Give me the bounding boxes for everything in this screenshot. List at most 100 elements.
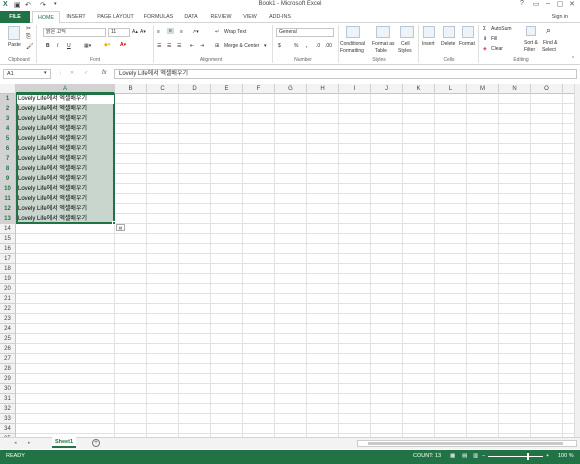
tab-formulas[interactable]: FORMULAS: [141, 11, 176, 23]
row-header-15[interactable]: 15: [0, 234, 16, 244]
cell-a10[interactable]: Lovely Life에서 엑셀배우기: [17, 184, 114, 194]
align-top-icon[interactable]: ≡: [157, 29, 160, 35]
collapse-ribbon-icon[interactable]: ⌃: [571, 56, 575, 62]
decrease-decimal-icon[interactable]: .00: [325, 43, 332, 49]
align-middle-icon[interactable]: ≡: [167, 28, 174, 34]
cell-a7[interactable]: Lovely Life에서 엑셀배우기: [17, 154, 114, 164]
format-as-table-button-line2[interactable]: Table: [375, 48, 387, 54]
cell-a6[interactable]: Lovely Life에서 엑셀배우기: [17, 144, 114, 154]
zoom-slider[interactable]: [488, 456, 543, 457]
row-header-11[interactable]: 11: [0, 194, 16, 204]
cell-a4[interactable]: Lovely Life에서 엑셀배우기: [17, 124, 114, 134]
percent-button[interactable]: %: [294, 43, 298, 49]
cut-icon[interactable]: ✂: [26, 25, 31, 32]
conditional-formatting-icon[interactable]: [346, 26, 360, 38]
column-header-n[interactable]: N: [499, 84, 531, 94]
format-as-table-icon[interactable]: [376, 26, 390, 38]
next-sheet-icon[interactable]: ▸: [28, 440, 31, 446]
row-header-7[interactable]: 7: [0, 154, 16, 164]
row-header-16[interactable]: 16: [0, 244, 16, 254]
column-header-j[interactable]: J: [371, 84, 403, 94]
cell-a1[interactable]: Lovely Life에서 엑셀배우기: [17, 94, 114, 104]
row-header-4[interactable]: 4: [0, 124, 16, 134]
row-header-6[interactable]: 6: [0, 144, 16, 154]
cell-a2[interactable]: Lovely Life에서 엑셀배우기: [17, 104, 114, 114]
clear-button[interactable]: Clear: [491, 46, 503, 52]
cell-a9[interactable]: Lovely Life에서 엑셀배우기: [17, 174, 114, 184]
tab-add-ins[interactable]: ADD-INS: [264, 11, 296, 23]
fill-button[interactable]: Fill: [491, 36, 497, 42]
row-header-10[interactable]: 10: [0, 184, 16, 194]
paste-button[interactable]: Paste: [8, 42, 21, 48]
zoom-level[interactable]: 100 %: [558, 453, 574, 459]
format-as-table-button[interactable]: Format as: [372, 41, 395, 47]
column-header-d[interactable]: D: [179, 84, 211, 94]
row-header-21[interactable]: 21: [0, 294, 16, 304]
font-size-select[interactable]: 11: [108, 28, 130, 37]
select-all-corner[interactable]: [0, 84, 16, 94]
decrease-indent-icon[interactable]: ⇤: [190, 43, 194, 49]
ribbon-display-icon[interactable]: ▭: [530, 0, 542, 8]
format-cells-icon[interactable]: [462, 26, 474, 38]
align-bottom-icon[interactable]: ≡: [180, 29, 183, 35]
zoom-in-button[interactable]: +: [546, 453, 549, 459]
align-center-icon[interactable]: ☰: [167, 43, 171, 49]
cell-a11[interactable]: Lovely Life에서 엑셀배우기: [17, 194, 114, 204]
column-header-h[interactable]: H: [307, 84, 339, 94]
row-header-26[interactable]: 26: [0, 344, 16, 354]
sort-filter-icon[interactable]: [526, 26, 536, 36]
orientation-icon[interactable]: ↗▾: [192, 29, 199, 35]
horizontal-scrollbar[interactable]: [357, 440, 577, 447]
row-header-9[interactable]: 9: [0, 174, 16, 184]
row-header-27[interactable]: 27: [0, 354, 16, 364]
clear-icon[interactable]: ◈: [483, 46, 487, 52]
row-header-8[interactable]: 8: [0, 164, 16, 174]
row-header-29[interactable]: 29: [0, 374, 16, 384]
minimize-icon[interactable]: –: [542, 0, 554, 7]
merge-dropdown-icon[interactable]: ▾: [264, 43, 267, 49]
sign-in-link[interactable]: Sign in: [552, 11, 568, 23]
row-header-32[interactable]: 32: [0, 404, 16, 414]
format-painter-icon[interactable]: 🖌: [26, 43, 34, 50]
insert-cells-icon[interactable]: [423, 26, 435, 38]
find-select-button[interactable]: Find &: [543, 40, 557, 46]
paste-icon[interactable]: [8, 26, 20, 40]
column-header-o[interactable]: O: [531, 84, 563, 94]
row-header-33[interactable]: 33: [0, 414, 16, 424]
cell-a3[interactable]: Lovely Life에서 엑셀배우기: [17, 114, 114, 124]
autosum-button[interactable]: AutoSum: [491, 26, 512, 32]
zoom-out-button[interactable]: –: [482, 453, 485, 459]
row-header-14[interactable]: 14: [0, 224, 16, 234]
row-header-12[interactable]: 12: [0, 204, 16, 214]
row-header-2[interactable]: 2: [0, 104, 16, 114]
find-select-icon[interactable]: ⌕: [546, 25, 551, 36]
help-icon[interactable]: ?: [516, 0, 528, 7]
fill-color-icon[interactable]: ◆▾: [104, 42, 110, 48]
italic-button[interactable]: I: [57, 43, 58, 49]
column-header-m[interactable]: M: [467, 84, 499, 94]
row-header-18[interactable]: 18: [0, 264, 16, 274]
tab-insert[interactable]: INSERT: [62, 11, 90, 23]
column-header-i[interactable]: I: [339, 84, 371, 94]
quick-analysis-icon[interactable]: ▤: [116, 224, 125, 231]
row-header-19[interactable]: 19: [0, 274, 16, 284]
delete-cells-icon[interactable]: [443, 26, 455, 38]
row-header-5[interactable]: 5: [0, 134, 16, 144]
wrap-text-button[interactable]: Wrap Text: [224, 29, 246, 35]
align-right-icon[interactable]: ☰: [177, 43, 181, 49]
zoom-slider-thumb[interactable]: [527, 453, 529, 460]
row-header-17[interactable]: 17: [0, 254, 16, 264]
cell-styles-button-line2[interactable]: Styles: [398, 48, 412, 54]
number-format-select[interactable]: General: [276, 28, 334, 37]
underline-button[interactable]: U: [67, 43, 71, 49]
currency-button[interactable]: $: [278, 43, 281, 49]
merge-center-button[interactable]: Merge & Center: [224, 43, 259, 49]
cell-styles-icon[interactable]: [400, 26, 414, 38]
delete-button[interactable]: Delete: [441, 41, 455, 47]
column-header-l[interactable]: L: [435, 84, 467, 94]
conditional-formatting-button-line2[interactable]: Formatting: [340, 48, 364, 54]
row-header-24[interactable]: 24: [0, 324, 16, 334]
bold-button[interactable]: B: [46, 43, 50, 49]
format-button[interactable]: Format: [459, 41, 475, 47]
find-select-button-line2[interactable]: Select: [542, 47, 556, 53]
